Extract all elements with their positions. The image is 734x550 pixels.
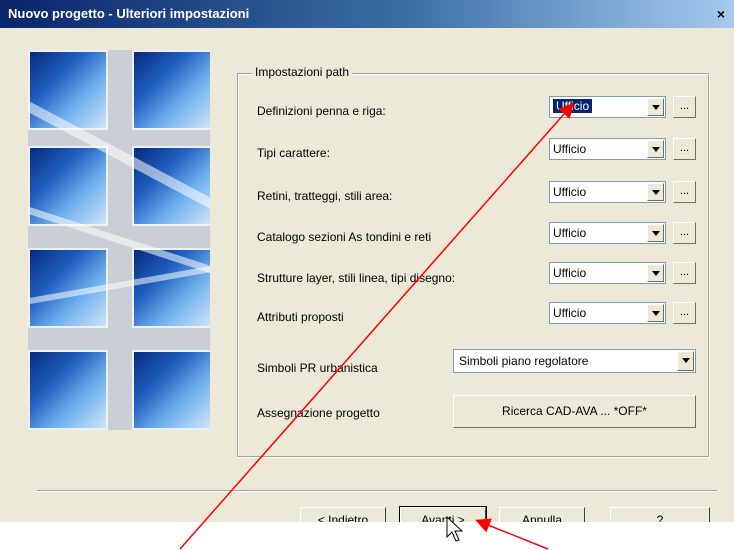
divider xyxy=(37,490,717,492)
label-pen-line: Definizioni penna e riga: xyxy=(257,104,386,118)
combo-value: Simboli piano regolatore xyxy=(459,354,589,368)
fonts-browse-button[interactable]: ... xyxy=(673,138,696,160)
layers-combo[interactable]: Ufficio xyxy=(549,262,666,284)
label-layers: Strutture layer, stili linea, tipi diseg… xyxy=(257,271,456,285)
annotation-arrow-next xyxy=(475,518,549,550)
chevron-down-icon[interactable] xyxy=(647,98,664,116)
chevron-down-icon[interactable] xyxy=(647,224,664,242)
chevron-down-icon[interactable] xyxy=(647,140,664,158)
window-title: Nuovo progetto - Ulteriori impostazioni xyxy=(8,6,250,21)
hatches-browse-button[interactable]: ... xyxy=(673,181,696,203)
combo-value: Ufficio xyxy=(553,142,587,156)
combo-value: Ufficio xyxy=(553,185,587,199)
wizard-dialog: Nuovo progetto - Ulteriori impostazioni … xyxy=(0,0,734,522)
sections-combo[interactable]: Ufficio xyxy=(549,222,666,244)
art-tile xyxy=(132,50,210,130)
close-icon[interactable]: × xyxy=(712,6,730,22)
chevron-down-icon[interactable] xyxy=(677,351,694,371)
fonts-combo[interactable]: Ufficio xyxy=(549,138,666,160)
chevron-down-icon[interactable] xyxy=(647,183,664,201)
back-button[interactable]: < Indietro xyxy=(300,507,386,522)
art-tile xyxy=(28,350,108,430)
label-fonts: Tipi carattere: xyxy=(257,146,330,160)
title-bar: Nuovo progetto - Ulteriori impostazioni … xyxy=(0,0,734,28)
chevron-down-icon[interactable] xyxy=(647,304,664,322)
symbols-combo[interactable]: Simboli piano regolatore xyxy=(453,349,696,373)
label-attributes: Attributi proposti xyxy=(257,310,344,324)
combo-value: Ufficio xyxy=(553,99,593,113)
label-hatches: Retini, tratteggi, stili area: xyxy=(257,189,393,203)
combo-value: Ufficio xyxy=(553,266,587,280)
attributes-browse-button[interactable]: ... xyxy=(673,302,696,324)
hatches-combo[interactable]: Ufficio xyxy=(549,181,666,203)
search-cad-ava-button[interactable]: Ricerca CAD-AVA ... *OFF* xyxy=(453,395,696,428)
combo-value: Ufficio xyxy=(553,306,587,320)
label-symbols: Simboli PR urbanistica xyxy=(257,361,378,375)
art-tile xyxy=(132,350,210,430)
group-legend: Impostazioni path xyxy=(252,65,353,79)
combo-value: Ufficio xyxy=(553,226,587,240)
next-button[interactable]: Avanti > xyxy=(399,506,487,522)
chevron-down-icon[interactable] xyxy=(647,264,664,282)
sections-browse-button[interactable]: ... xyxy=(673,222,696,244)
cancel-button[interactable]: Annulla xyxy=(499,507,585,522)
help-button[interactable]: ? xyxy=(610,507,710,522)
pen-line-combo[interactable]: Ufficio xyxy=(549,96,666,118)
label-sections: Catalogo sezioni As tondini e reti xyxy=(257,230,432,244)
attributes-combo[interactable]: Ufficio xyxy=(549,302,666,324)
wizard-artwork xyxy=(28,50,210,430)
label-assign: Assegnazione progetto xyxy=(257,406,380,420)
pen-line-browse-button[interactable]: ... xyxy=(673,96,696,118)
layers-browse-button[interactable]: ... xyxy=(673,262,696,284)
